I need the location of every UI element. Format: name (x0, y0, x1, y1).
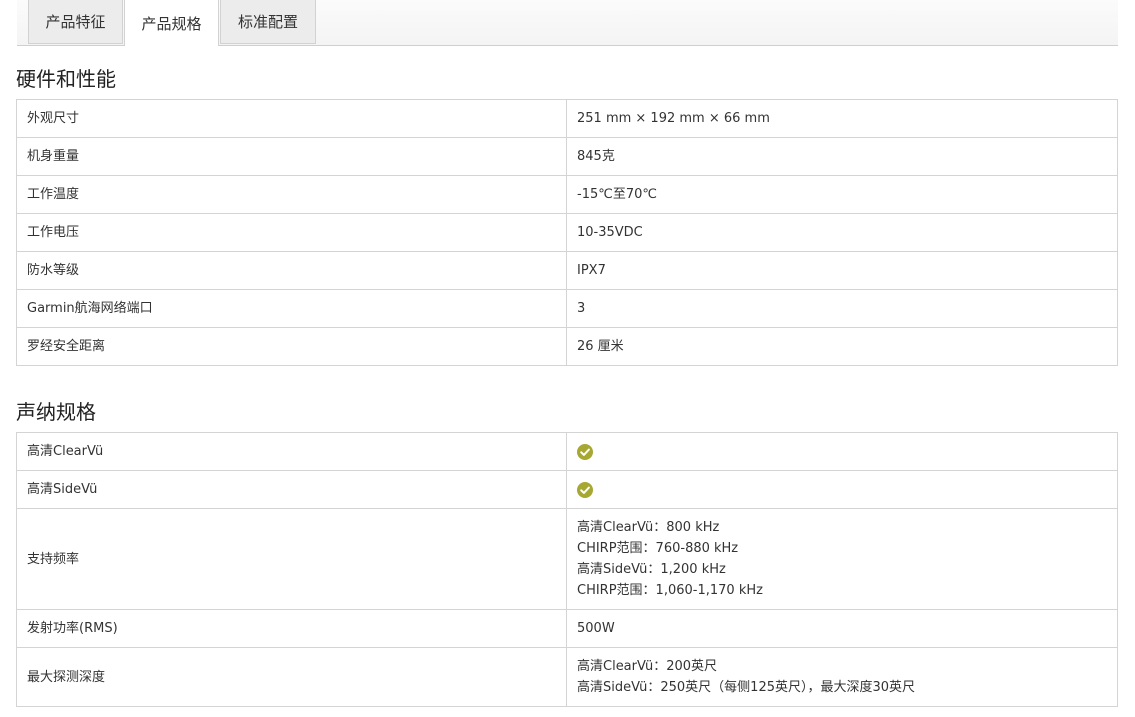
spec-value: 251 mm × 192 mm × 66 mm (566, 99, 1118, 138)
spec-label: 机身重量 (16, 137, 567, 176)
spec-value: 高清ClearVü：800 kHz CHIRP范围：760-880 kHz 高清… (566, 508, 1118, 610)
table-row: 罗经安全距离 26 厘米 (16, 327, 1118, 366)
spec-line: CHIRP范围：1,060-1,170 kHz (577, 583, 763, 598)
check-circle-icon (577, 443, 593, 460)
spec-line: 高清ClearVü：800 kHz (577, 520, 720, 535)
spec-value: 845克 (566, 137, 1118, 176)
spec-value (566, 432, 1118, 471)
hardware-spec-table: 外观尺寸 251 mm × 192 mm × 66 mm 机身重量 845克 工… (16, 99, 1118, 366)
section-title-sonar: 声纳规格 (16, 400, 96, 424)
table-row: 高清ClearVü (16, 432, 1118, 471)
spec-value (566, 470, 1118, 509)
tab-product-specs[interactable]: 产品规格 (124, 0, 219, 46)
spec-label: Garmin航海网络端口 (16, 289, 567, 328)
tab-bar: 产品特征 产品规格 标准配置 (17, 0, 1118, 46)
spec-line: 高清ClearVü：200英尺 (577, 659, 718, 674)
spec-label: 罗经安全距离 (16, 327, 567, 366)
spec-label: 防水等级 (16, 251, 567, 290)
table-row: 工作温度 -15℃至70℃ (16, 175, 1118, 214)
spec-value: IPX7 (566, 251, 1118, 290)
spec-value: -15℃至70℃ (566, 175, 1118, 214)
spec-value: 高清ClearVü：200英尺 高清SideVü：250英尺（每侧125英尺），… (566, 647, 1118, 707)
spec-label: 工作电压 (16, 213, 567, 252)
table-row: 外观尺寸 251 mm × 192 mm × 66 mm (16, 99, 1118, 138)
spec-label: 支持频率 (16, 508, 567, 610)
section-title-hardware: 硬件和性能 (16, 67, 116, 91)
table-row: 机身重量 845克 (16, 137, 1118, 176)
table-row: 防水等级 IPX7 (16, 251, 1118, 290)
spec-label: 高清ClearVü (16, 432, 567, 471)
spec-label: 最大探测深度 (16, 647, 567, 707)
table-row: 工作电压 10-35VDC (16, 213, 1118, 252)
spec-label: 高清SideVü (16, 470, 567, 509)
table-row: 支持频率 高清ClearVü：800 kHz CHIRP范围：760-880 k… (16, 508, 1118, 610)
spec-label: 发射功率(RMS) (16, 609, 567, 648)
tab-standard-config[interactable]: 标准配置 (220, 0, 316, 44)
spec-line: 高清SideVü：1,200 kHz (577, 562, 726, 577)
table-row: Garmin航海网络端口 3 (16, 289, 1118, 328)
spec-line: CHIRP范围：760-880 kHz (577, 541, 739, 556)
check-circle-icon (577, 481, 593, 498)
table-row: 最大探测深度 高清ClearVü：200英尺 高清SideVü：250英尺（每侧… (16, 647, 1118, 707)
tab-product-features[interactable]: 产品特征 (28, 0, 123, 44)
spec-value: 26 厘米 (566, 327, 1118, 366)
spec-label: 工作温度 (16, 175, 567, 214)
spec-value: 500W (566, 609, 1118, 648)
table-row: 发射功率(RMS) 500W (16, 609, 1118, 648)
spec-line: 高清SideVü：250英尺（每侧125英尺），最大深度30英尺 (577, 680, 916, 695)
spec-value: 3 (566, 289, 1118, 328)
table-row: 高清SideVü (16, 470, 1118, 509)
spec-label: 外观尺寸 (16, 99, 567, 138)
spec-value: 10-35VDC (566, 213, 1118, 252)
sonar-spec-table: 高清ClearVü 高清SideVü 支持频率 高清ClearVü：800 kH… (16, 432, 1118, 707)
